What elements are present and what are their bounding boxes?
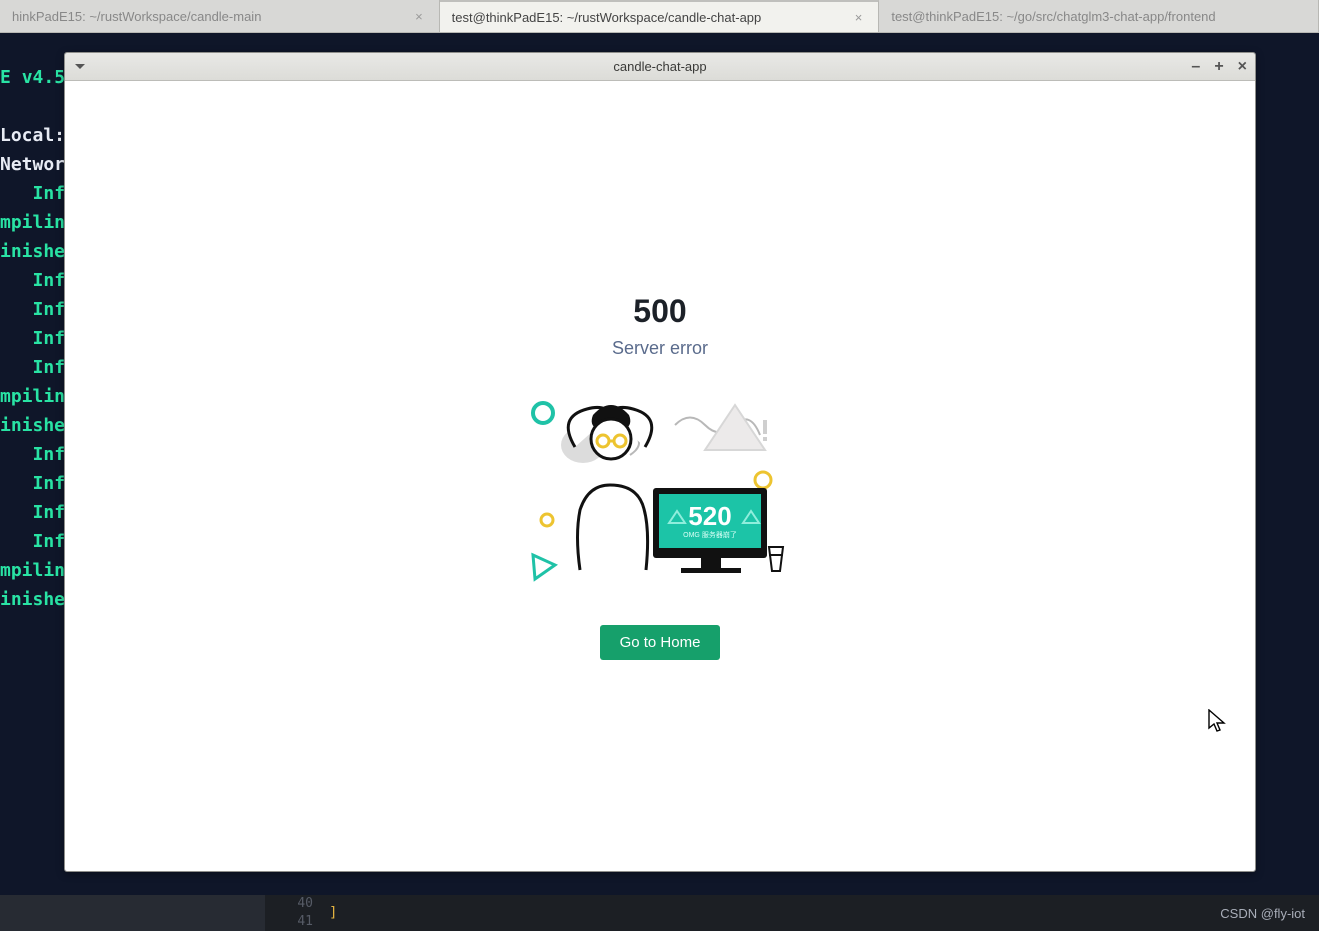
error-code: 500	[633, 293, 686, 330]
terminal-row: inishe	[0, 241, 65, 262]
error-illustration: 520 OMG 服务器崩了	[525, 395, 795, 585]
screen-error-code: 520	[688, 501, 731, 531]
editor-sidebar	[0, 895, 265, 931]
terminal-row: mpilin	[0, 212, 65, 233]
terminal-row: Inf	[33, 444, 66, 465]
editor-line-numbers: 40 41	[265, 895, 329, 931]
os-tab-label: hinkPadE15: ~/rustWorkspace/candle-main	[12, 9, 261, 24]
terminal-row: Inf	[33, 473, 66, 494]
os-tabbar: hinkPadE15: ~/rustWorkspace/candle-main …	[0, 0, 1319, 33]
go-home-button[interactable]: Go to Home	[600, 625, 721, 660]
os-tab-label: test@thinkPadE15: ~/rustWorkspace/candle…	[452, 10, 762, 25]
app-body: 500 Server error	[65, 81, 1255, 871]
screen-error-sub: OMG 服务器崩了	[683, 530, 737, 539]
os-tab-label: test@thinkPadE15: ~/go/src/chatglm3-chat…	[891, 9, 1215, 24]
os-tab-2[interactable]: test@thinkPadE15: ~/go/src/chatglm3-chat…	[879, 0, 1319, 32]
terminal-row: Inf	[33, 270, 66, 291]
terminal-row: Inf	[33, 299, 66, 320]
terminal-network-label: Networ	[0, 154, 65, 175]
terminal-local-label: Local:	[0, 125, 65, 146]
close-icon[interactable]: ×	[415, 9, 423, 24]
window-title: candle-chat-app	[65, 59, 1255, 74]
watermark: CSDN @fly-iot	[1220, 906, 1305, 921]
close-icon[interactable]: ×	[1238, 59, 1247, 75]
terminal-row: mpilin	[0, 386, 65, 407]
terminal-row: inishe	[0, 415, 65, 436]
terminal-row: mpilin	[0, 560, 65, 581]
terminal-version: E v4.5	[0, 67, 65, 88]
os-tab-1[interactable]: test@thinkPadE15: ~/rustWorkspace/candle…	[440, 0, 880, 32]
window-titlebar[interactable]: candle-chat-app – + ×	[65, 53, 1255, 81]
error-message: Server error	[612, 338, 708, 359]
editor-token: ]	[329, 905, 337, 921]
terminal-row: Inf	[33, 328, 66, 349]
app-window: candle-chat-app – + × 500 Server error	[64, 52, 1256, 872]
window-controls: – + ×	[1191, 53, 1247, 80]
terminal-row: Inf	[33, 357, 66, 378]
maximize-icon[interactable]: +	[1214, 59, 1223, 75]
terminal-row: Inf	[33, 183, 66, 204]
terminal-row: inishe	[0, 589, 65, 610]
os-tab-0[interactable]: hinkPadE15: ~/rustWorkspace/candle-main …	[0, 0, 440, 32]
close-icon[interactable]: ×	[855, 10, 863, 25]
terminal-row: Inf	[33, 502, 66, 523]
menu-dropdown-icon[interactable]	[75, 64, 85, 69]
minimize-icon[interactable]: –	[1191, 59, 1200, 75]
terminal-row: Inf	[33, 531, 66, 552]
editor-strip: 40 41 ]	[0, 895, 1319, 931]
